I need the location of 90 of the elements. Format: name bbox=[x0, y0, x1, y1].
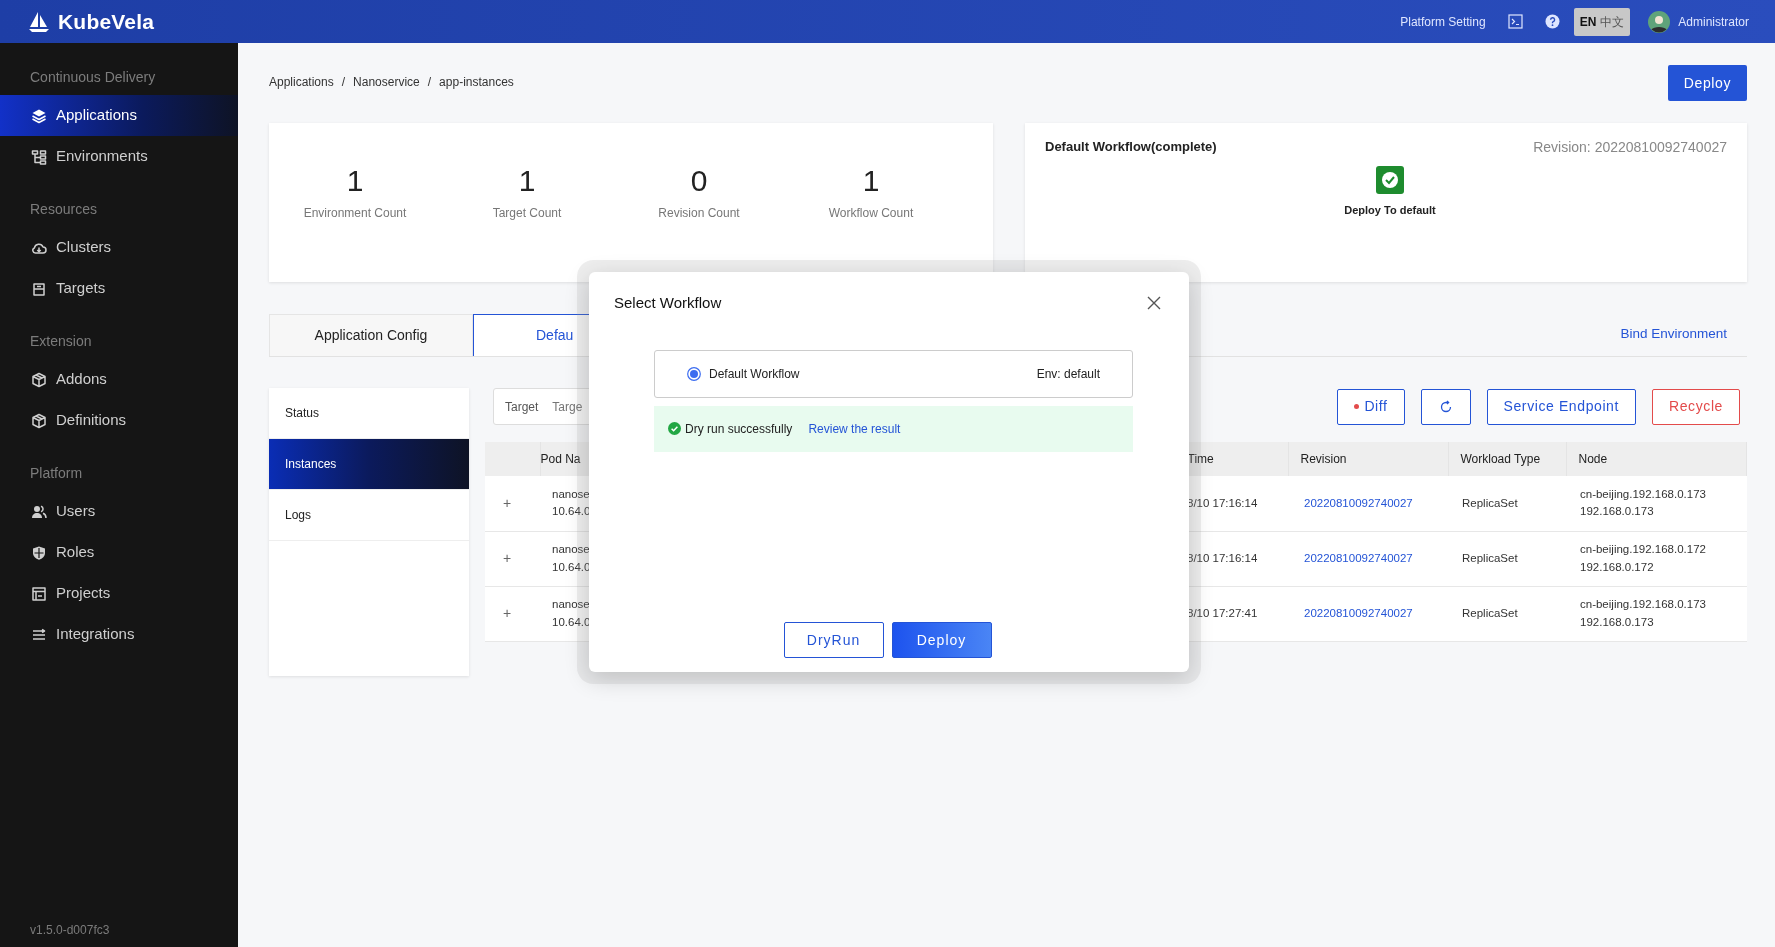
platform-setting-link[interactable]: Platform Setting bbox=[1400, 12, 1486, 31]
step-label: Deploy To default bbox=[1344, 203, 1436, 218]
users-icon bbox=[31, 503, 47, 520]
language-option[interactable]: 中文 bbox=[1600, 12, 1625, 31]
stat-label: Workflow Count bbox=[827, 205, 915, 222]
logo-text: KubeVela bbox=[58, 8, 155, 35]
column-header: Revision bbox=[1300, 452, 1347, 466]
column-header: Time bbox=[1187, 452, 1214, 466]
table-cell-text: cn-beijing.192.168.0.172 192.168.0.172 bbox=[1580, 542, 1706, 575]
diff-button[interactable]: Diff bbox=[1337, 388, 1405, 425]
terminal-icon[interactable] bbox=[1507, 14, 1523, 29]
avatar-icon bbox=[1648, 10, 1671, 33]
deploy-button[interactable]: Deploy bbox=[1667, 65, 1747, 101]
cube-icon bbox=[31, 412, 47, 429]
section-label: Extension bbox=[29, 332, 93, 351]
section-label: Continuous Delivery bbox=[29, 68, 157, 87]
bind-environment-link[interactable]: Bind Environment bbox=[1620, 323, 1727, 344]
expand-toggle[interactable]: + bbox=[503, 550, 512, 566]
sailboat-icon bbox=[28, 10, 50, 33]
table-cell: ReplicaSet bbox=[1462, 551, 1518, 564]
column-header: Workload Type bbox=[1460, 452, 1541, 466]
deploy-button[interactable]: Deploy bbox=[891, 622, 992, 658]
field-label: Target bbox=[505, 398, 539, 416]
layers-icon bbox=[31, 107, 47, 124]
table-cell-text: cn-beijing.192.168.0.173 192.168.0.173 bbox=[1580, 487, 1706, 520]
section-label: Resources bbox=[29, 200, 98, 219]
shield-icon bbox=[31, 544, 47, 561]
help-icon[interactable] bbox=[1544, 14, 1560, 29]
stat-value: 0 bbox=[689, 166, 709, 196]
subnav-item[interactable]: Logs bbox=[269, 490, 469, 541]
breadcrumb-link[interactable]: app-instances bbox=[439, 73, 514, 91]
revision-link[interactable]: 20220810092740027 bbox=[1304, 496, 1413, 509]
sidebar-item[interactable]: Definitions bbox=[0, 400, 238, 441]
close-icon[interactable] bbox=[1147, 296, 1161, 311]
sidebar-item[interactable]: Applications bbox=[0, 95, 238, 136]
sidebar-item[interactable]: Users bbox=[0, 491, 238, 532]
panel-icon bbox=[31, 585, 47, 602]
subnav-item[interactable]: Status bbox=[269, 388, 469, 439]
revision-text: Revision: 20220810092740027 bbox=[1533, 138, 1727, 157]
tray-icon bbox=[31, 280, 47, 297]
expand-toggle[interactable]: + bbox=[503, 605, 512, 621]
revision-link[interactable]: 20220810092740027 bbox=[1304, 606, 1413, 619]
hierarchy-icon bbox=[31, 148, 47, 165]
section-label: Platform bbox=[29, 464, 84, 483]
subnav-item[interactable]: Instances bbox=[269, 439, 469, 490]
language-option[interactable]: EN bbox=[1579, 12, 1597, 31]
breadcrumb-link[interactable]: Nanoservice bbox=[353, 73, 420, 91]
stat-value: 1 bbox=[345, 166, 365, 196]
breadcrumb-separator: / bbox=[427, 74, 432, 91]
workflow-title: Default Workflow(complete) bbox=[1045, 138, 1217, 156]
workflow-option[interactable]: Default Workflow Env: default bbox=[654, 349, 1133, 398]
table-cell: ReplicaSet bbox=[1462, 606, 1518, 619]
radio-button[interactable] bbox=[687, 366, 701, 381]
refresh-icon bbox=[1438, 399, 1453, 414]
expand-toggle[interactable]: + bbox=[503, 494, 512, 511]
column-header: Node bbox=[1578, 452, 1608, 466]
breadcrumb-separator: / bbox=[341, 74, 346, 91]
user-name[interactable]: Administrator bbox=[1678, 12, 1749, 31]
stat-label: Environment Count bbox=[302, 205, 408, 222]
sidebar-item[interactable]: Integrations bbox=[0, 614, 238, 655]
dialog-title: Select Workflow bbox=[614, 293, 722, 313]
option-label: Default Workflow bbox=[709, 365, 800, 383]
sidebar-item[interactable]: Clusters bbox=[0, 227, 238, 268]
column-header: Pod Na bbox=[540, 452, 581, 466]
sidebar-item[interactable]: Targets bbox=[0, 268, 238, 309]
revision-link[interactable]: 20220810092740027 bbox=[1304, 551, 1413, 564]
stat-label: Target Count bbox=[491, 205, 563, 222]
cube-icon bbox=[31, 371, 47, 388]
breadcrumb-link[interactable]: Applications bbox=[269, 73, 334, 91]
stat-label: Revision Count bbox=[657, 205, 741, 222]
tab[interactable]: Application Config bbox=[269, 314, 473, 356]
sidebar-item[interactable]: Projects bbox=[0, 573, 238, 614]
service-endpoint-button[interactable]: Service Endpoint bbox=[1486, 388, 1636, 425]
lines-icon bbox=[31, 626, 47, 643]
sidebar-item[interactable]: Roles bbox=[0, 532, 238, 573]
table-cell: ReplicaSet bbox=[1462, 496, 1518, 509]
stat-value: 1 bbox=[861, 166, 881, 196]
stat-value: 1 bbox=[517, 166, 537, 196]
dot-icon bbox=[1354, 404, 1360, 409]
env-label: Env: default bbox=[1036, 365, 1100, 383]
sidebar-item[interactable]: Addons bbox=[0, 359, 238, 400]
recycle-button[interactable]: Recycle bbox=[1652, 388, 1740, 425]
target-select[interactable]: Targe bbox=[550, 396, 596, 417]
alert-text: Dry run successfully bbox=[685, 420, 793, 438]
refresh-button[interactable] bbox=[1420, 388, 1471, 425]
version-text: v1.5.0-d007fc3 bbox=[29, 922, 111, 939]
review-result-link[interactable]: Review the result bbox=[808, 419, 901, 438]
dry-run-button[interactable]: DryRun bbox=[783, 622, 884, 658]
table-cell-text: cn-beijing.192.168.0.173 192.168.0.173 bbox=[1580, 597, 1706, 630]
sidebar-item[interactable]: Environments bbox=[0, 136, 238, 177]
